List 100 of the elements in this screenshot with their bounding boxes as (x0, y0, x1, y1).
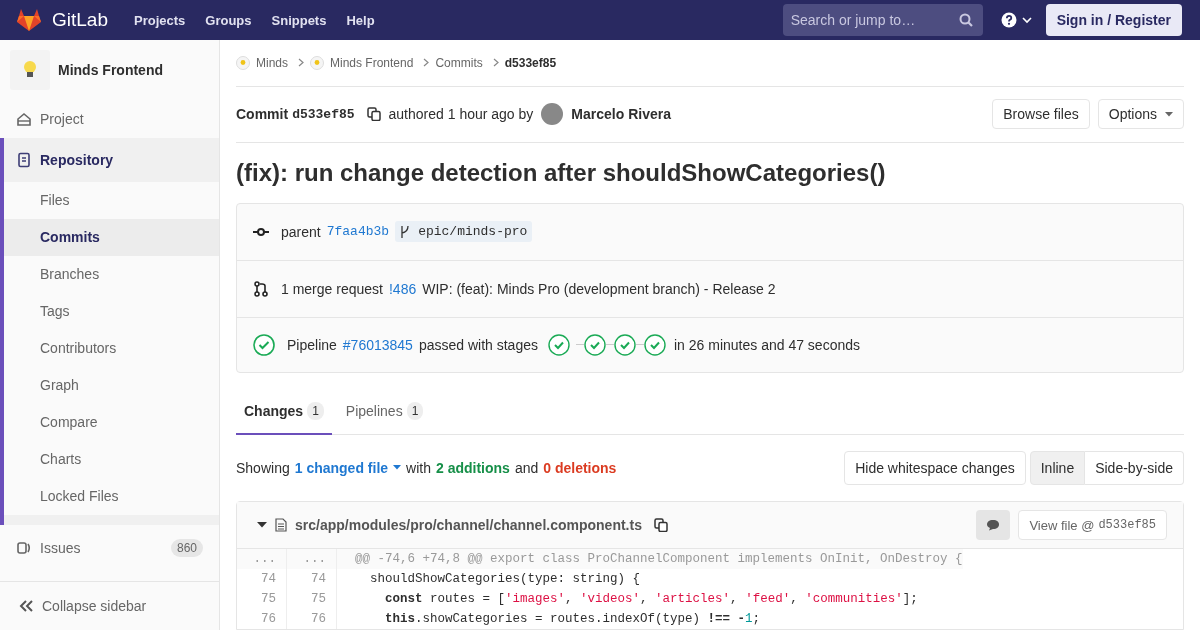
options-dropdown[interactable]: Options (1097, 99, 1184, 130)
brand-name[interactable]: GitLab (52, 9, 108, 31)
branch-label[interactable]: epic/minds-pro (395, 221, 533, 243)
line-number: 75 (237, 589, 287, 609)
sidebar-subitem[interactable]: Branches (4, 256, 219, 293)
changed-files-dropdown[interactable]: 1 changed file (294, 459, 402, 476)
view-file-button[interactable]: View file @ d533ef85 (1018, 510, 1167, 540)
browse-files-button[interactable]: Browse files (992, 99, 1090, 130)
merge-request-icon (253, 280, 269, 297)
nav-icon (16, 111, 32, 127)
caret-icon (393, 465, 402, 471)
tab[interactable]: Pipelines 1 (337, 388, 432, 434)
stage-passed-icon[interactable] (644, 333, 666, 356)
caret-icon (1165, 111, 1173, 117)
sidebar-item[interactable]: Issues 860 (0, 529, 219, 567)
whitespace-button[interactable]: Hide whitespace changes (844, 450, 1026, 485)
pipeline-link[interactable]: #76013845 (342, 336, 413, 353)
nav-link[interactable]: Snippets (271, 12, 327, 28)
nav-link[interactable]: Projects (134, 12, 186, 28)
count-badge: 860 (170, 539, 203, 557)
breadcrumb-link[interactable]: Minds Frontend (330, 55, 414, 70)
bulb-icon (236, 55, 250, 70)
bulb-avatar-icon (10, 50, 50, 90)
search-icon (958, 13, 973, 27)
copy-icon (366, 107, 381, 122)
nav-icon (16, 540, 32, 556)
line-number: 75 (287, 589, 337, 609)
help-dropdown[interactable] (1000, 12, 1032, 28)
sidebar-subitem[interactable]: Locked Files (4, 478, 219, 515)
tab[interactable]: Changes 1 (236, 388, 332, 435)
nav-link[interactable]: Help (346, 12, 375, 28)
line-number: 74 (287, 569, 337, 589)
count-badge: 1 (307, 401, 324, 420)
chevron-right-icon (423, 58, 430, 68)
branch-icon (400, 225, 411, 238)
breadcrumb-link[interactable]: Minds (256, 55, 288, 70)
summary-text: Showing (236, 459, 290, 476)
search-field[interactable]: Search or jump to… (782, 4, 983, 36)
author-avatar (541, 103, 564, 126)
pipeline-passed-icon (253, 333, 275, 356)
sidebar-subitem[interactable]: Tags (4, 293, 219, 330)
line-number: ... (287, 549, 337, 569)
line-number: 76 (237, 609, 287, 629)
commit-sha: d533ef85 (292, 106, 355, 122)
breadcrumb-link[interactable]: Commits (435, 55, 483, 70)
parent-sha-link[interactable]: 7faa4b3b (326, 224, 390, 240)
parent-label: parent (281, 223, 321, 240)
file-path[interactable]: src/app/modules/pro/channel/channel.component.ts (295, 517, 642, 533)
view-mode-button[interactable]: Inline (1029, 450, 1086, 485)
summary-text: and (514, 459, 539, 476)
copy-icon (653, 518, 668, 532)
bulb-icon (310, 55, 324, 70)
deletions-count: 0 deletions (543, 459, 617, 476)
authored-text: authored 1 hour ago by (388, 106, 534, 123)
sidebar-subitem[interactable]: Charts (4, 441, 219, 478)
chevron-right-icon (492, 58, 499, 68)
view-mode-button[interactable]: Side-by-side (1085, 450, 1184, 485)
hunk-header: @@ -74,6 +74,8 @@ export class ProChannelComponent implements OnInit, OnDestroy { (337, 549, 963, 569)
nav-link[interactable]: Groups (205, 12, 252, 28)
sidebar-subitem[interactable]: Commits (4, 219, 219, 256)
file-icon (275, 518, 287, 532)
double-chevron-icon (18, 599, 34, 613)
collapse-sidebar-button[interactable]: Collapse sidebar (0, 581, 219, 630)
code-line: shouldShowCategories(type: string) { (369, 571, 641, 588)
author-link[interactable]: Marcelo Rivera (571, 106, 671, 123)
sidebar-subitem[interactable]: Graph (4, 367, 219, 404)
sidebar-subitem[interactable]: Files (4, 182, 219, 219)
sidebar-subitem[interactable]: Contributors (4, 330, 219, 367)
help-icon (1000, 12, 1017, 28)
stage-passed-icon[interactable] (548, 333, 570, 356)
merge-request-count: 1 merge request (281, 280, 383, 297)
comment-icon (986, 519, 1001, 531)
merge-request-link[interactable]: !486 (388, 280, 417, 297)
sidebar-item[interactable]: Repository (4, 138, 219, 182)
code-line: const routes = ['images', 'videos', 'articles', 'feed', 'communities']; (384, 591, 918, 608)
nav-icon (16, 152, 32, 168)
line-number: ... (237, 549, 287, 569)
summary-text: with (406, 459, 431, 476)
pipeline-status-text: passed with stages (418, 336, 538, 353)
pipeline-label: Pipeline (287, 336, 337, 353)
line-number: 76 (287, 609, 337, 629)
commit-title: (fix): run change detection after shouldShowCategories() (236, 158, 887, 187)
commit-label: Commit (236, 106, 289, 123)
count-badge: 1 (406, 402, 424, 421)
sign-in-button[interactable]: Sign in / Register (1045, 4, 1182, 36)
chevron-icon (1021, 16, 1032, 24)
comment-button[interactable] (976, 510, 1011, 540)
collapse-caret-icon[interactable] (257, 522, 267, 528)
sidebar-subitem[interactable]: Compare (4, 404, 219, 441)
stage-passed-icon[interactable] (614, 333, 636, 356)
chevron-right-icon (298, 58, 304, 68)
sidebar-item[interactable]: Project (0, 100, 219, 138)
pipeline-duration: in 26 minutes and 47 seconds (674, 336, 860, 353)
project-name[interactable]: Minds Frontend (58, 62, 163, 78)
merge-request-title: WIP: (feat): Minds Pro (development branch) - Release 2 (422, 280, 776, 297)
code-line: this.showCategories = routes.indexOf(type) !== -1; (384, 611, 761, 628)
additions-count: 2 additions (435, 459, 510, 476)
breadcrumb-link[interactable]: d533ef85 (504, 55, 557, 70)
stage-passed-icon[interactable] (584, 333, 606, 356)
line-number: 74 (237, 569, 287, 589)
